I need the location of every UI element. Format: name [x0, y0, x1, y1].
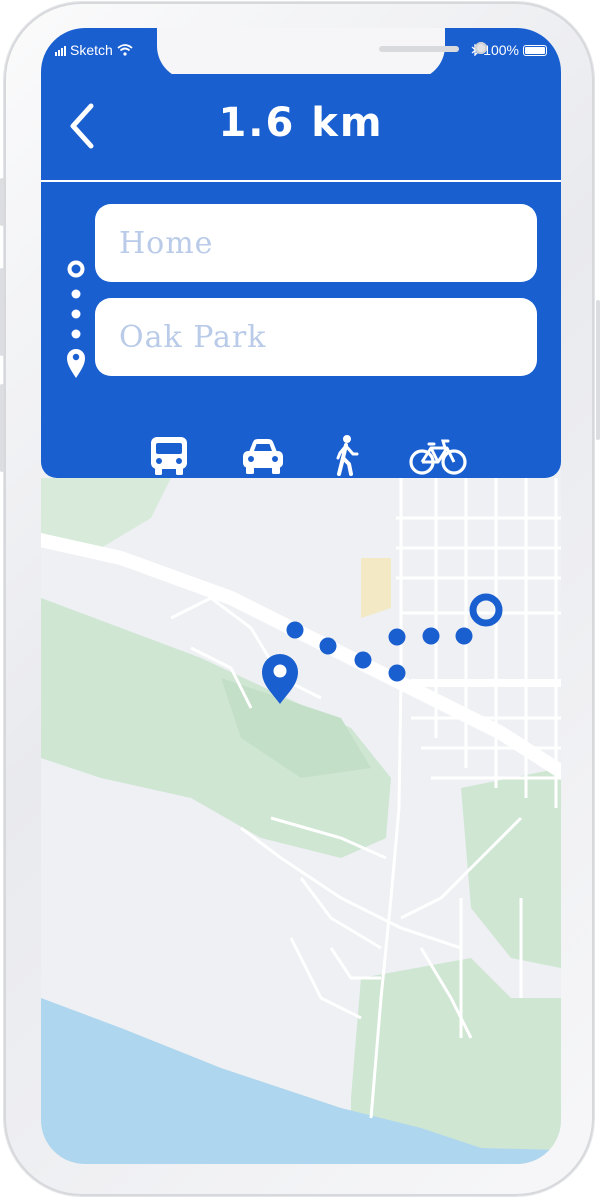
destination-pin-icon: [67, 349, 85, 378]
signal-icon: [55, 44, 66, 56]
mode-bike-button[interactable]: [409, 434, 467, 482]
to-input[interactable]: [95, 298, 537, 376]
bike-icon: [409, 439, 467, 475]
walk-icon: [336, 435, 359, 476]
notch: [157, 28, 487, 80]
distance-title: 1.6 km: [218, 100, 384, 146]
header-divider: [41, 180, 561, 182]
power-button: [596, 300, 600, 440]
map-view[interactable]: [41, 478, 561, 1164]
speaker: [379, 46, 459, 52]
battery-label: 100%: [483, 42, 519, 58]
camera: [475, 42, 487, 54]
screen: Sketch 100% 1.6 km: [41, 28, 561, 1164]
from-input[interactable]: [95, 204, 537, 282]
route-connector: [67, 260, 85, 378]
transport-modes: [41, 434, 561, 484]
car-icon: [243, 439, 283, 474]
bus-icon: [151, 437, 187, 475]
to-field[interactable]: [95, 298, 537, 376]
mute-switch: [0, 178, 4, 226]
origin-icon: [67, 260, 85, 278]
carrier-label: Sketch: [70, 42, 113, 58]
park-area: [361, 558, 391, 618]
battery-icon: [523, 44, 547, 56]
volume-up-button: [0, 268, 4, 356]
from-field[interactable]: [95, 204, 537, 282]
mode-bus-button[interactable]: [147, 434, 191, 482]
mode-car-button[interactable]: [239, 434, 287, 482]
mode-walk-button[interactable]: [331, 434, 361, 482]
wifi-icon: [117, 44, 133, 56]
volume-down-button: [0, 384, 4, 472]
route-header: 1.6 km: [41, 74, 561, 478]
